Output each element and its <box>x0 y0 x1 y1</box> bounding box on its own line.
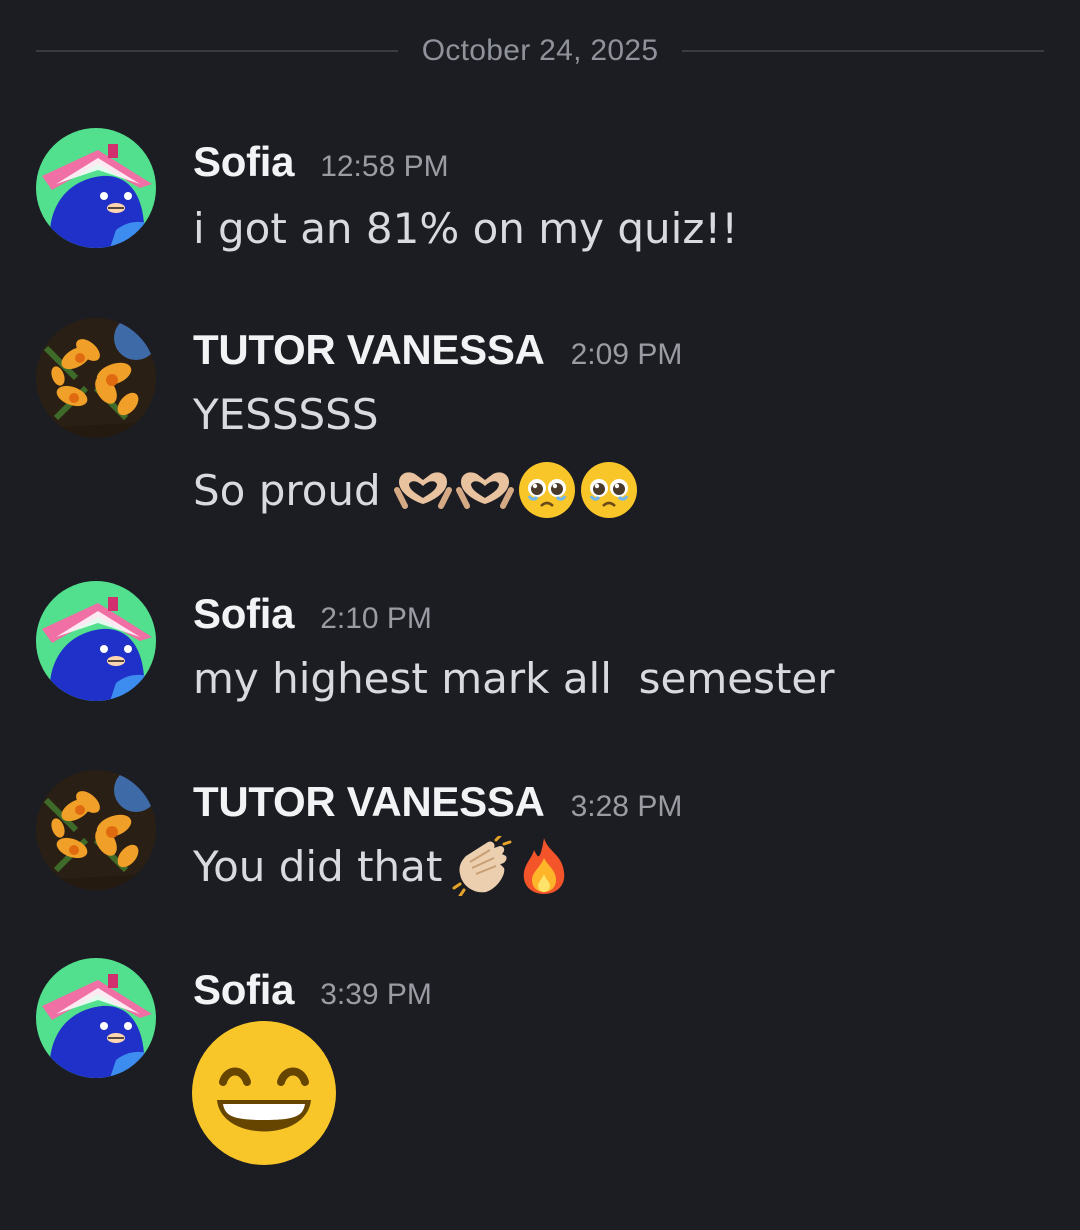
timestamp: 3:39 PM <box>320 978 432 1011</box>
message-text: You did that <box>193 834 574 898</box>
message-header: Sofia 2:10 PM <box>193 590 432 638</box>
sofia-avatar-image <box>36 958 156 1078</box>
sofia-avatar-image <box>36 581 156 701</box>
message-header: Sofia 12:58 PM <box>193 138 449 186</box>
avatar[interactable] <box>36 958 156 1078</box>
message-text: my highest mark all semester <box>193 650 835 706</box>
heart-hands-emoji <box>455 460 515 520</box>
username[interactable]: Sofia <box>193 138 294 186</box>
fire-emoji <box>514 836 574 896</box>
message-header: TUTOR VANESSA 2:09 PM <box>193 326 682 374</box>
pleading-face-emoji <box>579 460 639 520</box>
sofia-avatar-image <box>36 128 156 248</box>
heart-hands-emoji <box>393 460 453 520</box>
message-line: You did that <box>193 841 443 891</box>
grinning-face-emoji <box>191 1020 337 1166</box>
avatar[interactable] <box>36 770 156 890</box>
message-header: Sofia 3:39 PM <box>193 966 432 1014</box>
avatar[interactable] <box>36 581 156 701</box>
pleading-face-emoji <box>517 460 577 520</box>
username[interactable]: Sofia <box>193 590 294 638</box>
divider-line-left <box>36 50 398 52</box>
timestamp: 12:58 PM <box>320 150 449 183</box>
message-text: So proud <box>193 458 639 522</box>
message-line: i got an 81% on my quiz!! <box>193 203 739 253</box>
message-header: TUTOR VANESSA 3:28 PM <box>193 778 682 826</box>
date-label: October 24, 2025 <box>421 34 659 67</box>
tutor-avatar-image <box>36 318 156 438</box>
timestamp: 3:28 PM <box>570 790 683 823</box>
message-line: So proud <box>193 465 381 515</box>
username[interactable]: TUTOR VANESSA <box>193 778 545 826</box>
username[interactable]: Sofia <box>193 966 294 1014</box>
divider-line-right <box>682 50 1045 52</box>
timestamp: 2:10 PM <box>320 602 432 635</box>
message-text: i got an 81% on my quiz!! <box>193 200 738 256</box>
date-divider: October 24, 2025 <box>36 30 1045 72</box>
avatar[interactable] <box>36 128 156 248</box>
clapping-hands-emoji <box>452 836 512 896</box>
message-text: YESSSSS <box>193 386 379 442</box>
chat-view: October 24, 2025 Sofia 12:58 PM i got an… <box>0 0 1080 1230</box>
tutor-avatar-image <box>36 770 156 890</box>
message-line: my highest mark all semester <box>193 653 835 703</box>
message-line: YESSSSS <box>193 389 379 439</box>
username[interactable]: TUTOR VANESSA <box>193 326 545 374</box>
avatar[interactable] <box>36 318 156 438</box>
timestamp: 2:09 PM <box>570 338 683 371</box>
